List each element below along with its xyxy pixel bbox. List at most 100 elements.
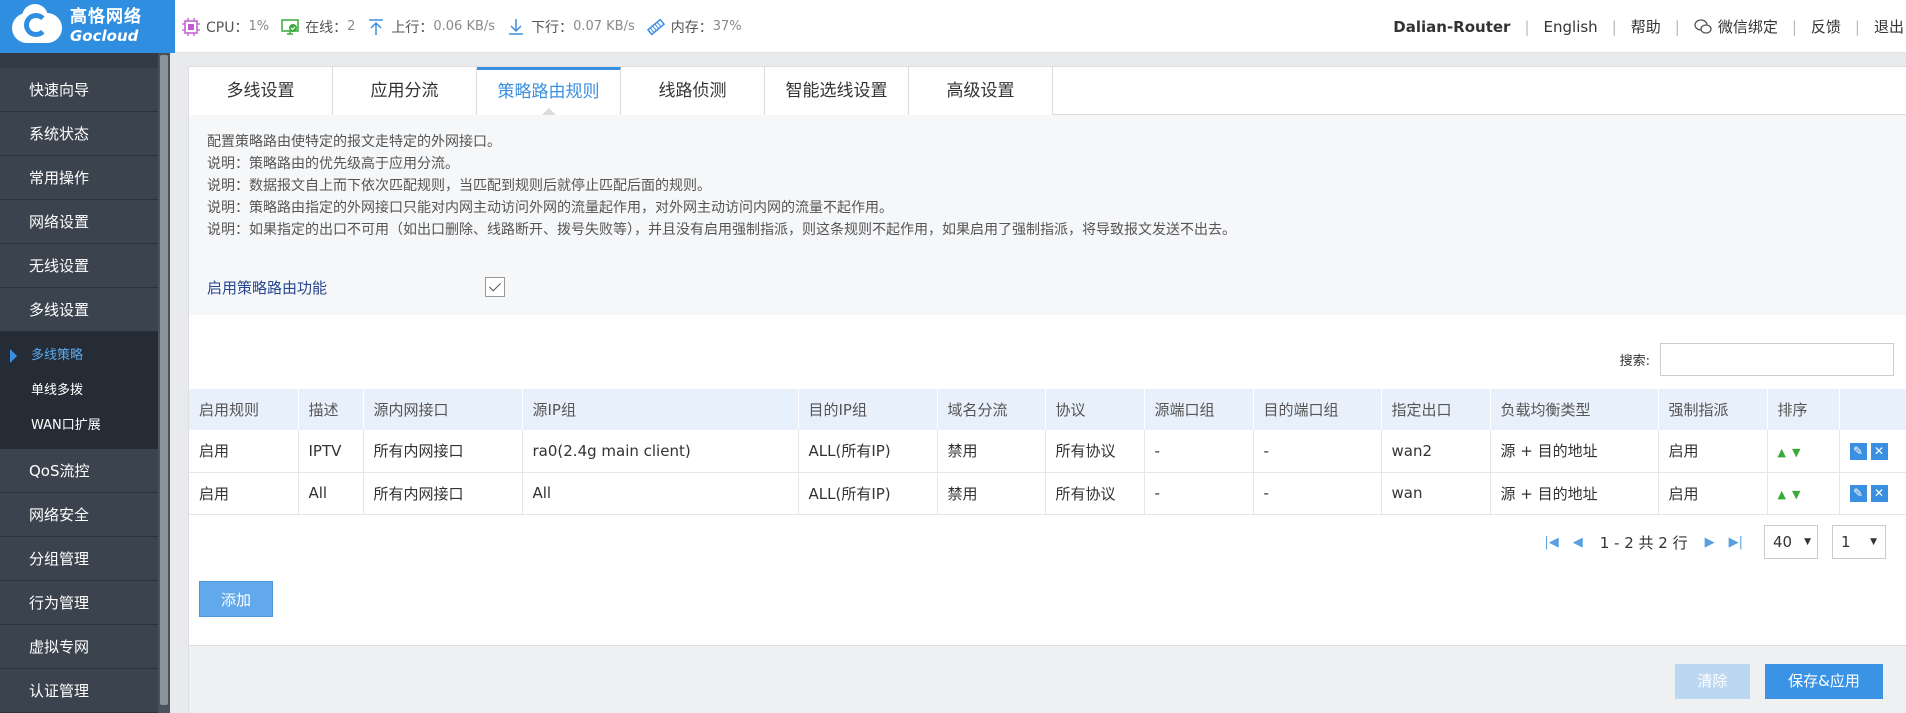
edit-icon[interactable]: ✎	[1849, 442, 1867, 460]
enable-policy-row: 启用策略路由功能	[207, 273, 1897, 301]
cpu-value: 1%	[248, 19, 270, 34]
save-apply-button[interactable]: 保存&应用	[1765, 664, 1883, 699]
column-header[interactable]: 指定出口	[1381, 389, 1491, 430]
main-panel: 多线设置 应用分流 策略路由规则 线路侦测 智能选线设置 高级设置 配置策略路由…	[188, 66, 1906, 713]
chevron-down-icon: ▼	[1804, 537, 1812, 547]
sidebar-item-system-status[interactable]: 系统状态	[0, 112, 158, 156]
column-header[interactable]: 源IP组	[522, 389, 799, 430]
table-cell: 启用	[1658, 472, 1768, 515]
delete-icon[interactable]: ✕	[1870, 485, 1888, 502]
enable-policy-checkbox[interactable]	[485, 277, 505, 297]
move-up-icon[interactable]: ▲	[1778, 488, 1792, 501]
action-cell: ✎ ✕	[1839, 472, 1906, 515]
column-header[interactable]: 启用规则	[189, 389, 299, 430]
column-header[interactable]: 强制指派	[1658, 389, 1768, 430]
table-row[interactable]: 启用 All 所有内网接口 All ALL(所有IP) 禁用 所有协议 - - …	[189, 472, 1906, 515]
per-page-select[interactable]: 40 ▼	[1764, 525, 1818, 559]
tab-app-split[interactable]: 应用分流	[333, 67, 477, 115]
search-input[interactable]	[1660, 343, 1894, 376]
tab-line-detection[interactable]: 线路侦测	[621, 67, 765, 115]
sidebar-item-behavior[interactable]: 行为管理	[0, 581, 158, 625]
column-header[interactable]: 源端口组	[1144, 389, 1254, 430]
clear-button[interactable]: 清除	[1675, 664, 1750, 699]
column-header[interactable]: 描述	[298, 389, 364, 430]
prev-page-icon[interactable]: ◀	[1573, 535, 1583, 550]
tab-policy-routing[interactable]: 策略路由规则	[477, 67, 621, 116]
action-cell: ✎ ✕	[1839, 430, 1906, 473]
first-page-icon[interactable]: |◀	[1544, 535, 1558, 550]
column-header[interactable]: 负载均衡类型	[1490, 389, 1659, 430]
move-down-icon[interactable]: ▼	[1792, 446, 1806, 459]
enable-policy-label: 启用策略路由功能	[207, 278, 328, 297]
wechat-bind-link[interactable]: 微信绑定	[1694, 16, 1778, 37]
scrollbar-thumb[interactable]	[160, 55, 168, 705]
sort-cell: ▲▼	[1767, 472, 1840, 515]
sidebar-submenu: 多线策略 单线多拨 WAN口扩展	[0, 332, 158, 449]
table-cell: wan2	[1381, 430, 1491, 473]
column-header[interactable]: 目的端口组	[1253, 389, 1382, 430]
top-links: Dalian-Router | English | 帮助 | 微信绑定 | 反馈…	[1393, 0, 1906, 53]
table-row[interactable]: 启用 IPTV 所有内网接口 ra0(2.4g main client) ALL…	[189, 430, 1906, 473]
sidebar-scrollbar[interactable]	[158, 53, 170, 713]
per-page-value: 40	[1773, 533, 1793, 551]
memory-icon	[646, 18, 665, 35]
column-header[interactable]: 域名分流	[937, 389, 1046, 430]
search-row: 搜索:	[1620, 343, 1894, 376]
download-value: 0.07 KB/s	[573, 19, 635, 34]
column-header[interactable]: 目的IP组	[798, 389, 938, 430]
next-page-icon[interactable]: ▶	[1705, 535, 1715, 550]
column-header[interactable]: 源内网接口	[363, 389, 523, 430]
move-down-icon[interactable]: ▼	[1792, 488, 1806, 501]
search-label: 搜索:	[1619, 354, 1650, 369]
table-cell: -	[1253, 430, 1382, 473]
separator: |	[1524, 17, 1530, 36]
sidebar-item-auth[interactable]: 认证管理	[0, 669, 158, 713]
sidebar-item-quick-guide[interactable]: 快速向导	[0, 68, 158, 112]
table-cell: 源 + 目的地址	[1490, 472, 1659, 515]
sidebar-subitem-single-multidial[interactable]: 单线多拨	[0, 373, 158, 408]
table-cell: 启用	[189, 430, 299, 473]
feedback-link[interactable]: 反馈	[1811, 16, 1841, 37]
sidebar-subitem-multiline-policy[interactable]: 多线策略	[0, 338, 158, 373]
sidebar-item-groups[interactable]: 分组管理	[0, 537, 158, 581]
cloud-logo-icon	[10, 3, 64, 45]
tab-multiline-settings[interactable]: 多线设置	[189, 67, 333, 115]
sidebar-item-multiline[interactable]: 多线设置	[0, 288, 158, 332]
column-header[interactable]: 排序	[1767, 389, 1840, 430]
move-up-icon[interactable]: ▲	[1778, 446, 1792, 459]
description-line: 说明：数据报文自上而下依次匹配规则，当匹配到规则后就停止匹配后面的规则。	[207, 178, 711, 194]
language-link[interactable]: English	[1544, 18, 1598, 36]
last-page-icon[interactable]: ▶|	[1729, 535, 1743, 550]
memory-label: 内存：	[670, 19, 713, 36]
tab-advanced[interactable]: 高级设置	[909, 67, 1053, 115]
sidebar-item-network[interactable]: 网络设置	[0, 200, 158, 244]
delete-icon[interactable]: ✕	[1870, 442, 1888, 460]
sidebar-item-common-ops[interactable]: 常用操作	[0, 156, 158, 200]
logout-link[interactable]: 退出	[1874, 16, 1904, 37]
page-select[interactable]: 1 ▼	[1832, 525, 1886, 559]
sidebar-item-qos[interactable]: QoS流控	[0, 449, 158, 493]
table-cell: 源 + 目的地址	[1490, 430, 1659, 473]
table-cell: ALL(所有IP)	[798, 472, 938, 515]
add-rule-button[interactable]: 添加	[199, 581, 273, 617]
wechat-icon	[1694, 18, 1712, 34]
monitor-check-icon	[281, 18, 299, 35]
edit-icon[interactable]: ✎	[1849, 485, 1867, 502]
sidebar-item-security[interactable]: 网络安全	[0, 493, 158, 537]
help-link[interactable]: 帮助	[1631, 16, 1661, 37]
sidebar-subitem-wan-expand[interactable]: WAN口扩展	[0, 408, 158, 443]
column-header	[1839, 389, 1906, 430]
description-panel: 配置策略路由使特定的报文走特定的外网接口。 说明：策略路由的优先级高于应用分流。…	[189, 115, 1906, 315]
table-header-row: 启用规则 描述 源内网接口 源IP组 目的IP组 域名分流 协议 源端口组 目的…	[189, 389, 1906, 430]
tab-smart-line[interactable]: 智能选线设置	[765, 67, 909, 115]
cpu-icon	[182, 17, 200, 36]
table-cell: 启用	[1658, 430, 1768, 473]
sidebar-item-vpn[interactable]: 虚拟专网	[0, 625, 158, 669]
sidebar-item-wireless[interactable]: 无线设置	[0, 244, 158, 288]
column-header[interactable]: 协议	[1045, 389, 1145, 430]
gocloud-logo[interactable]: 高恪网络 Gocloud	[0, 0, 175, 53]
upload-value: 0.06 KB/s	[433, 19, 496, 34]
upload-label: 上行：	[391, 19, 434, 36]
pagination: |◀ ◀ 1 - 2 共 2 行 ▶ ▶| 40 ▼ 1 ▼	[1537, 525, 1886, 559]
table-cell: 所有内网接口	[363, 430, 523, 473]
